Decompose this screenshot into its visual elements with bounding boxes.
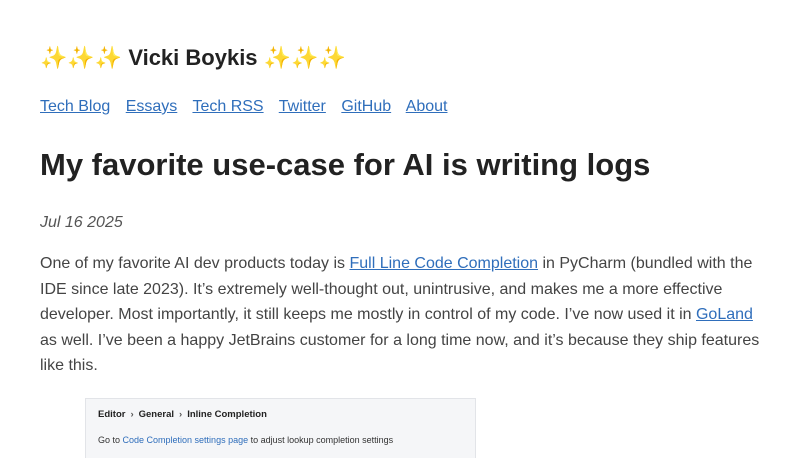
post-text: as well. I’ve been a happy JetBrains cus… xyxy=(40,331,760,375)
nav-link-twitter[interactable]: Twitter xyxy=(279,98,326,115)
goland-link[interactable]: GoLand xyxy=(696,306,753,323)
nav-link-github[interactable]: GitHub xyxy=(341,98,391,115)
inline-completion-settings-screenshot: Editor › General › Inline Completion Go to C… xyxy=(85,398,476,458)
nav-link-essays[interactable]: Essays xyxy=(126,98,178,115)
settings-hint: Go to Code Completion settings page to a… xyxy=(98,435,393,445)
sparkles-icon: ✨✨✨ xyxy=(40,46,123,71)
site-title[interactable]: ✨✨✨ Vicki Boykis ✨✨✨ xyxy=(40,44,346,73)
post-title: My favorite use-case for AI is writing l… xyxy=(40,147,651,182)
post-date: Jul 16 2025 xyxy=(40,214,123,231)
site-title-text[interactable]: Vicki Boykis xyxy=(128,45,257,70)
breadcrumb-separator-icon: › xyxy=(130,409,134,420)
settings-breadcrumb: Editor › General › Inline Completion xyxy=(98,409,267,420)
code-completion-settings-link: Code Completion settings page xyxy=(122,435,249,445)
post-paragraph: One of my favorite AI dev products today… xyxy=(40,251,765,379)
full-line-code-completion-link[interactable]: Full Line Code Completion xyxy=(349,255,538,272)
post-text: One of my favorite AI dev products today… xyxy=(40,255,350,272)
hint-text: Go to xyxy=(98,435,123,445)
breadcrumb-item: Inline Completion xyxy=(187,409,267,420)
sparkles-icon: ✨✨✨ xyxy=(263,46,346,71)
nav-link-tech-blog[interactable]: Tech Blog xyxy=(40,98,110,115)
nav-link-tech-rss[interactable]: Tech RSS xyxy=(192,98,263,115)
breadcrumb-item: General xyxy=(138,409,175,420)
nav-link-about[interactable]: About xyxy=(406,98,448,115)
main-nav: Tech Blog Essays Tech RSS Twitter GitHub… xyxy=(40,97,459,117)
breadcrumb-item: Editor xyxy=(98,409,126,420)
breadcrumb-separator-icon: › xyxy=(179,409,183,420)
hint-text: to adjust lookup completion settings xyxy=(248,435,394,445)
